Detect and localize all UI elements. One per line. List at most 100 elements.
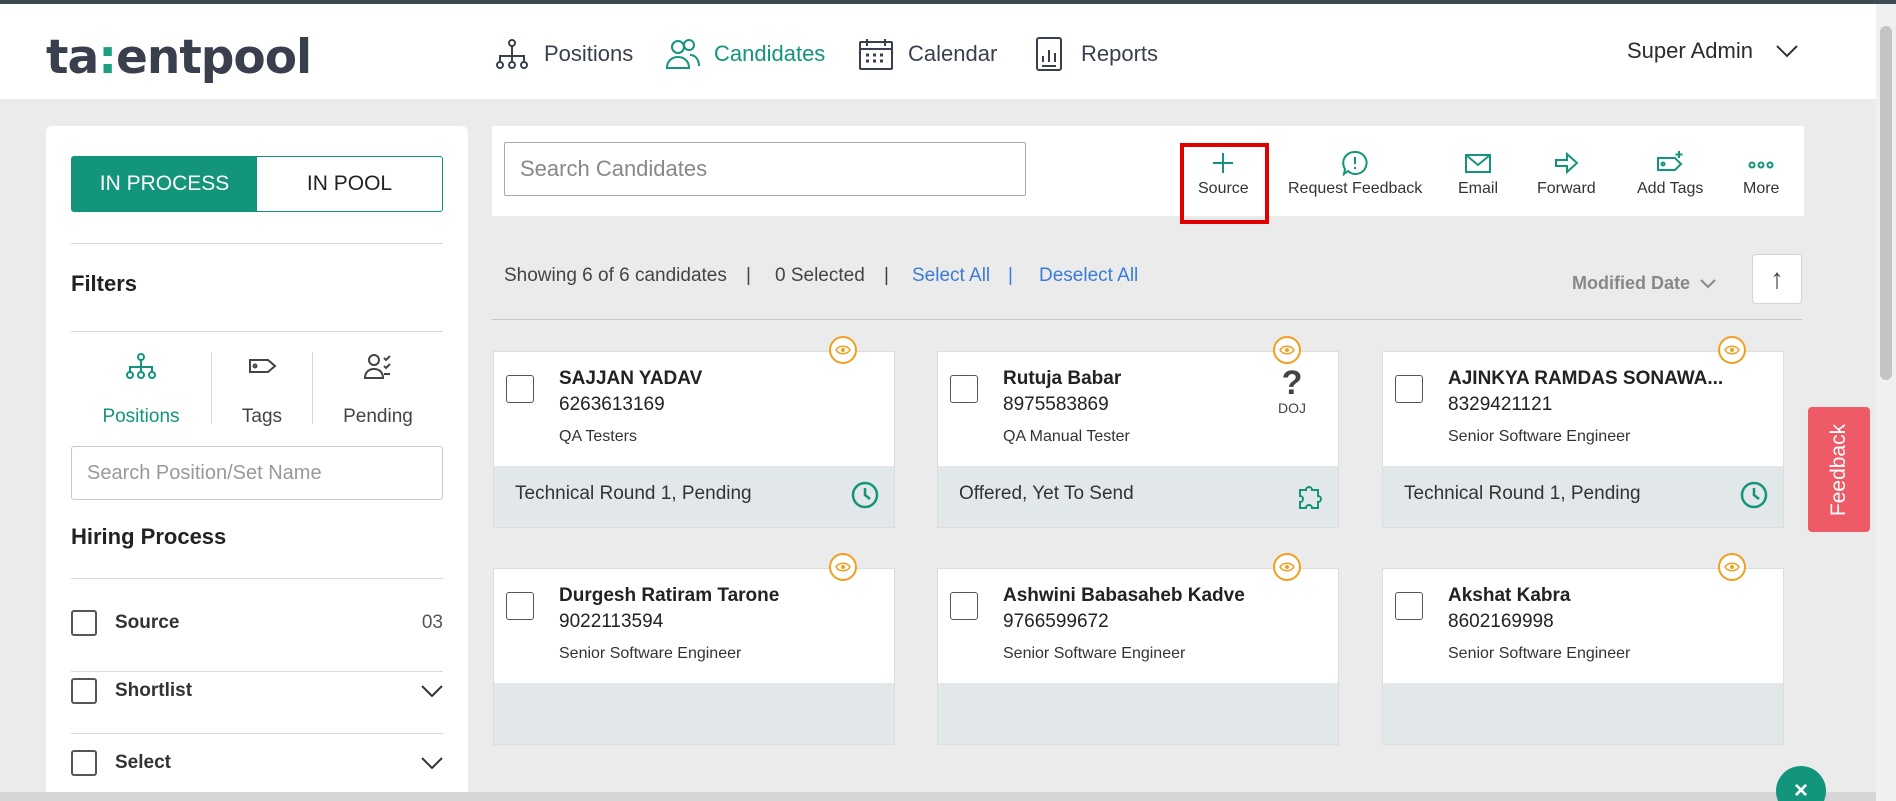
bottom-edge [0,792,1876,801]
app-header: ta:entpool Positions Candidates Calendar… [0,4,1876,99]
page-scrollbar[interactable] [1876,4,1896,801]
candidate-role: Senior Software Engineer [1448,645,1631,662]
chevron-down-icon[interactable] [421,685,443,697]
separator: | [1008,265,1013,286]
add-tags-button[interactable]: Add Tags [1637,150,1703,198]
nav-positions[interactable]: Positions [494,36,633,72]
sort-dropdown[interactable]: Modified Date [1572,273,1716,294]
view-eye-icon[interactable] [1273,336,1301,364]
card-checkbox[interactable] [1395,375,1423,403]
view-eye-icon[interactable] [1718,336,1746,364]
process-item-shortlist[interactable]: Shortlist [71,676,443,706]
request-feedback-button[interactable]: Request Feedback [1288,150,1422,198]
calendar-icon [859,39,893,70]
candidate-name: Durgesh Ratiram Tarone [559,585,780,606]
process-item-source[interactable]: Source 03 [71,608,443,638]
divider [71,671,443,672]
users-icon [665,39,700,69]
candidate-status: Offered, Yet To Send [938,466,1338,527]
view-eye-icon[interactable] [829,336,857,364]
in-pool-tab[interactable]: IN POOL [257,157,442,211]
divider [71,733,443,734]
hiring-process-title: Hiring Process [71,524,227,549]
process-toggle: IN PROCESS IN POOL [71,156,443,212]
candidate-search-input[interactable] [504,142,1026,196]
user-menu[interactable]: Super Admin [1627,38,1799,64]
filter-tab-positions[interactable]: Positions [71,352,211,428]
candidate-status: Technical Round 1, Pending [494,466,894,527]
in-process-tab[interactable]: IN PROCESS [72,157,257,211]
talentpool-logo[interactable]: ta:entpool [46,30,312,85]
card-checkbox[interactable] [950,592,978,620]
checkbox[interactable] [71,610,97,636]
scrollbar-thumb[interactable] [1880,26,1892,380]
process-item-select[interactable]: Select [71,748,443,778]
candidate-name: AJINKYA RAMDAS SONAWA... [1448,368,1724,389]
candidate-card[interactable]: Durgesh Ratiram Tarone 9022113594 Senior… [493,568,895,745]
mail-icon [1465,154,1491,173]
candidate-role: Senior Software Engineer [1003,645,1186,662]
candidate-name: SAJJAN YADAV [559,368,703,389]
filter-tab-tags[interactable]: Tags [212,352,312,428]
candidate-phone: 9022113594 [559,611,664,632]
view-eye-icon[interactable] [1273,553,1301,581]
clock-icon[interactable] [1739,480,1769,510]
candidate-name: Akshat Kabra [1448,585,1571,606]
candidate-card[interactable]: AJINKYA RAMDAS SONAWA... 8329421121 Seni… [1382,351,1784,528]
clock-icon[interactable] [850,480,880,510]
doj-question-icon[interactable]: ? DOJ [1278,366,1306,416]
candidate-card[interactable]: Akshat Kabra 8602169998 Senior Software … [1382,568,1784,745]
position-search-input[interactable] [71,446,443,500]
close-icon: × [1793,777,1808,801]
checkbox[interactable] [71,678,97,704]
view-eye-icon[interactable] [829,553,857,581]
forward-button[interactable]: Forward [1537,150,1596,198]
candidate-card[interactable]: SAJJAN YADAV 6263613169 QA Testers Techn… [493,351,895,528]
more-button[interactable]: More [1743,150,1779,198]
list-divider [492,319,1802,320]
email-button[interactable]: Email [1458,150,1498,198]
pending-users-icon [363,354,391,379]
filter-tab-pending[interactable]: Pending [313,352,443,428]
card-checkbox[interactable] [950,375,978,403]
chevron-down-icon [1776,45,1798,58]
nav-calendar[interactable]: Calendar [858,36,997,72]
offer-puzzle-icon[interactable] [1294,480,1324,510]
close-chat-button[interactable]: × [1776,766,1826,801]
hierarchy-icon [496,39,528,69]
candidate-name: Ashwini Babasaheb Kadve [1003,585,1245,606]
nav-reports[interactable]: Reports [1031,36,1158,72]
nav-candidates[interactable]: Candidates [664,36,825,72]
view-eye-icon[interactable] [1718,553,1746,581]
divider [71,578,443,579]
source-highlight-box [1180,143,1269,224]
chevron-down-icon[interactable] [421,757,443,769]
select-all-link[interactable]: Select All [912,265,990,287]
sort-direction-button[interactable]: ↑ [1752,254,1802,304]
more-dots-icon [1748,161,1774,169]
deselect-all-link[interactable]: Deselect All [1039,265,1138,287]
selected-count: 0 Selected [775,265,865,286]
chevron-down-icon [1700,278,1716,288]
candidate-phone: 8975583869 [1003,394,1109,415]
candidate-toolbar: Source Request Feedback Email Forward Ad… [492,126,1804,216]
tag-plus-icon [1657,151,1683,171]
forward-arrow-icon [1555,151,1579,175]
candidate-role: QA Testers [559,428,637,445]
report-icon [1036,37,1062,71]
filters-title: Filters [71,271,138,296]
card-checkbox[interactable] [506,375,534,403]
candidate-phone: 8602169998 [1448,611,1554,632]
separator: | [746,265,751,286]
checkbox[interactable] [71,750,97,776]
filter-tabs: Positions Tags Pending [71,352,443,428]
card-checkbox[interactable] [506,592,534,620]
candidate-status: Technical Round 1, Pending [1383,466,1783,527]
candidate-role: Senior Software Engineer [559,645,742,662]
candidate-role: QA Manual Tester [1003,428,1130,445]
card-checkbox[interactable] [1395,592,1423,620]
candidate-phone: 8329421121 [1448,394,1553,415]
candidate-card[interactable]: Ashwini Babasaheb Kadve 9766599672 Senio… [937,568,1339,745]
feedback-tab[interactable]: Feedback [1808,407,1870,532]
candidate-status [938,683,1338,744]
